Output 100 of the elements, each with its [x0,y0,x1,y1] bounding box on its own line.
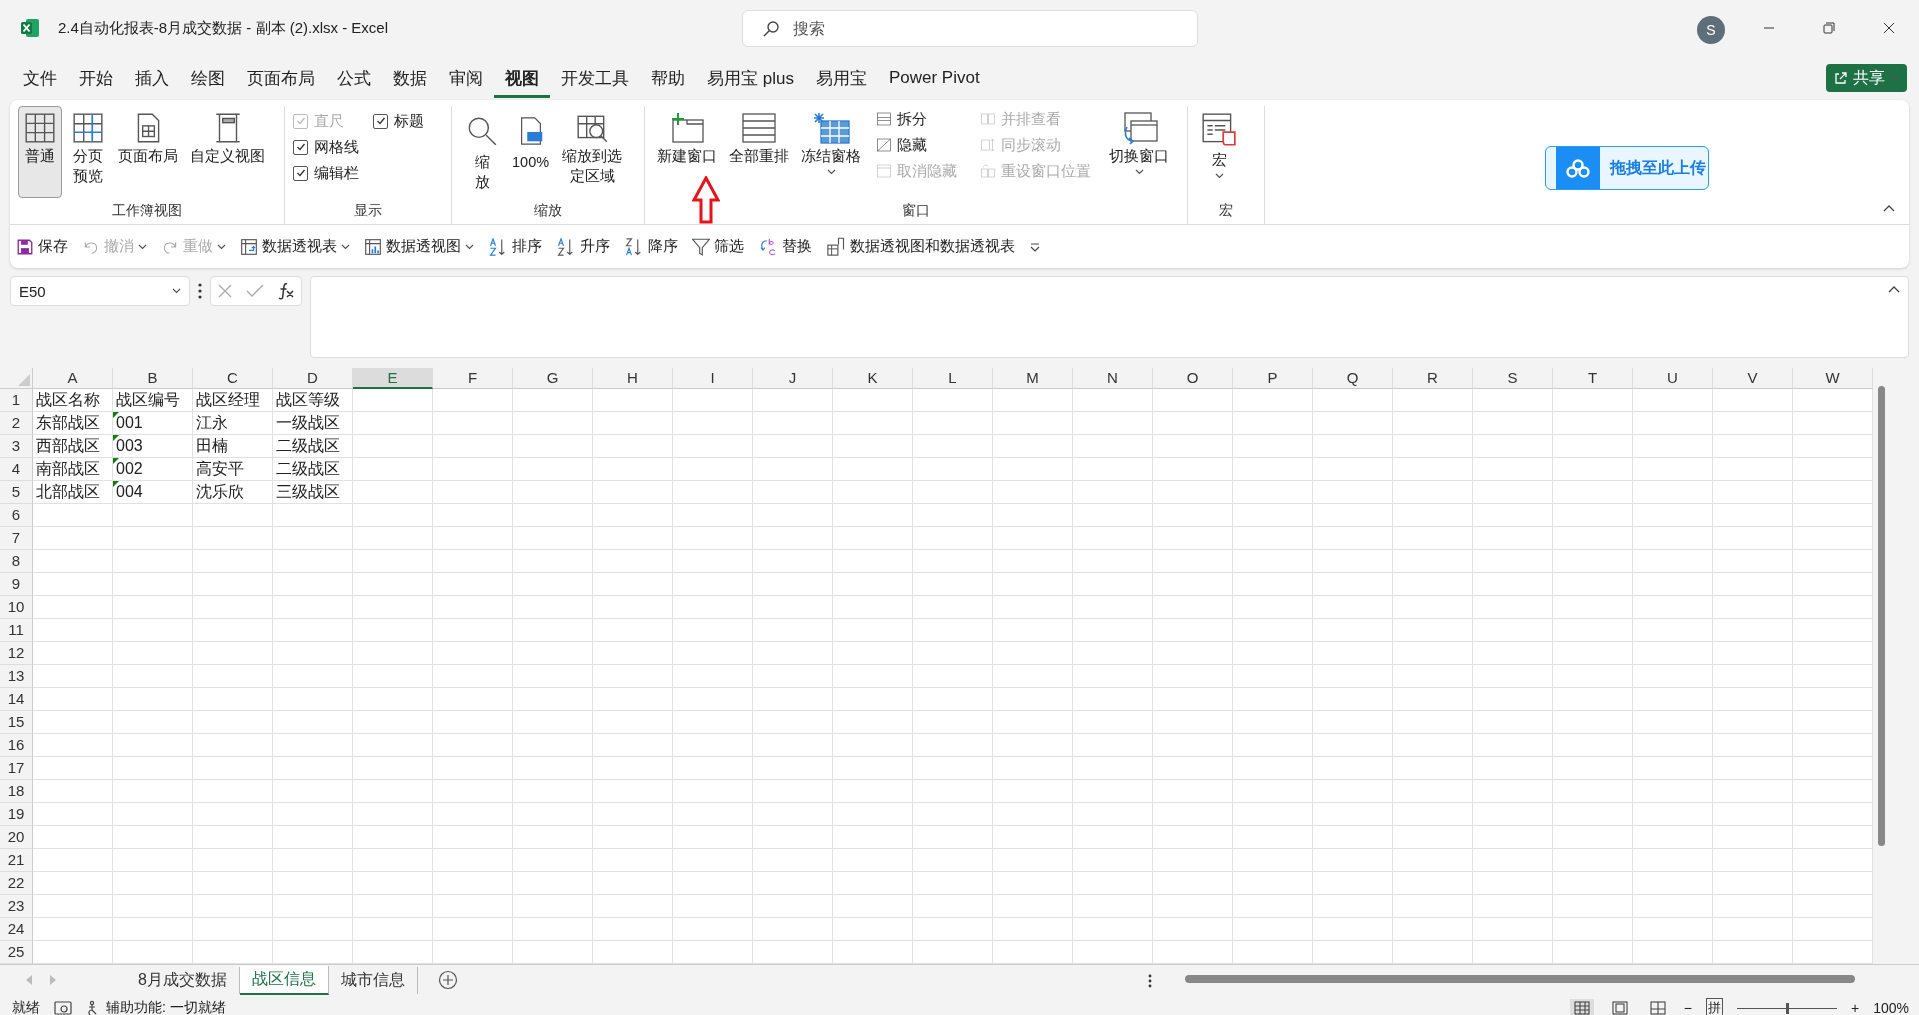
column-header[interactable]: A [33,368,113,389]
row-header[interactable]: 18 [0,780,33,803]
function-icon[interactable] [276,282,295,300]
column-header[interactable]: N [1073,368,1153,389]
toolbar-button[interactable]: 替换 [758,236,812,257]
vertical-scrollbar[interactable] [1873,368,1919,964]
row-header[interactable]: 24 [0,918,33,941]
column-header[interactable]: B [113,368,193,389]
column-header[interactable]: H [593,368,673,389]
menu-tab[interactable]: 帮助 [640,58,696,98]
user-avatar[interactable]: S [1697,16,1725,44]
menu-tab[interactable]: 开始 [68,58,124,98]
sheet-tab[interactable]: 战区信息 [239,965,329,995]
toolbar-button[interactable]: 保存 [16,237,68,256]
column-header[interactable]: I [673,368,753,389]
upload-button[interactable]: 拖拽至此上传 [1545,146,1709,190]
menu-tab[interactable]: 公式 [326,58,382,98]
column-header[interactable]: Q [1313,368,1393,389]
row-header[interactable]: 4 [0,458,33,481]
menu-tab[interactable]: 视图 [494,58,550,98]
toolbar-button[interactable]: 升序 [556,236,610,257]
view-button[interactable]: 普通 [18,106,62,198]
window-button[interactable]: 冻结窗格 [797,106,865,180]
row-header[interactable]: 22 [0,872,33,895]
row-header[interactable]: 19 [0,803,33,826]
row-header[interactable]: 21 [0,849,33,872]
menu-tab[interactable]: 数据 [382,58,438,98]
zoom-button[interactable]: 100% [508,106,554,178]
view-button[interactable]: 页面布局 [114,106,182,172]
toolbar-button[interactable]: 排序 [488,236,542,257]
more-icon[interactable] [198,283,202,299]
row-header[interactable]: 11 [0,619,33,642]
window-option[interactable]: 拆分 [875,106,957,132]
add-sheet-icon[interactable] [437,970,458,990]
column-header[interactable]: P [1233,368,1313,389]
row-header[interactable]: 10 [0,596,33,619]
row-header[interactable]: 8 [0,550,33,573]
toolbar-button[interactable]: 筛选 [692,237,744,256]
checkbox[interactable]: 网格线 [293,134,359,160]
share-button[interactable]: 共享 [1826,64,1907,92]
column-header[interactable]: W [1793,368,1873,389]
view-mode-button[interactable] [1569,999,1594,1015]
column-header[interactable]: O [1153,368,1233,389]
column-header[interactable]: T [1553,368,1633,389]
row-header[interactable]: 2 [0,412,33,435]
row-header[interactable]: 23 [0,895,33,918]
row-header[interactable]: 7 [0,527,33,550]
row-header[interactable]: 20 [0,826,33,849]
toolbar-button[interactable]: 数据透视图 [364,237,474,256]
checkbox[interactable]: 编辑栏 [293,160,359,186]
column-header[interactable]: K [833,368,913,389]
name-box[interactable]: E50 [10,276,190,306]
menu-tab[interactable]: 页面布局 [236,58,326,98]
toolbar-button[interactable]: 降序 [624,236,678,257]
zoom-out-button[interactable]: − [1683,1000,1692,1015]
row-header[interactable]: 17 [0,757,33,780]
menu-tab[interactable]: 易用宝 [804,58,878,98]
collapse-ribbon-icon[interactable] [1883,204,1895,212]
row-header[interactable]: 15 [0,711,33,734]
formula-field[interactable] [310,276,1909,358]
toolbar-button[interactable]: 数据透视表 [240,237,350,256]
checkbox[interactable]: 标题 [373,108,424,134]
input-method-indicator[interactable]: 拼 [1706,998,1723,1015]
menu-tab[interactable]: 开发工具 [550,58,640,98]
window-button[interactable]: 新建窗口 [653,106,721,172]
more-icon[interactable] [1148,974,1152,988]
minimize-icon[interactable] [1763,27,1775,29]
menu-tab[interactable]: 插入 [124,58,180,98]
menu-tab[interactable]: 易用宝 plus [696,58,805,98]
view-button[interactable]: 自定义视图 [186,106,269,172]
window-option[interactable]: 隐藏 [875,132,957,158]
search-field[interactable]: 搜索 [742,10,1198,47]
accessibility-status[interactable]: 辅助功能: 一切就绪 [106,999,226,1015]
window-button[interactable]: 全部重排 [725,106,793,172]
column-header[interactable]: U [1633,368,1713,389]
close-icon[interactable] [1883,22,1895,34]
column-header[interactable]: D [273,368,353,389]
row-header[interactable]: 1 [0,389,33,412]
column-header[interactable]: F [433,368,513,389]
expand-formula-icon[interactable] [1888,285,1900,293]
column-header[interactable]: M [993,368,1073,389]
column-header[interactable]: R [1393,368,1473,389]
sheet-tab[interactable]: 8月成交数据 [126,966,240,994]
toolbar-button[interactable]: 数据透视图和数据透视表 [826,236,1015,257]
column-header[interactable]: G [513,368,593,389]
column-header[interactable]: L [913,368,993,389]
macro-record-icon[interactable] [54,1001,72,1015]
switch-window-button[interactable]: 切换窗口 [1105,106,1173,180]
column-header[interactable]: E [353,368,433,389]
row-header[interactable]: 5 [0,481,33,504]
menu-tab[interactable]: Power Pivot [877,60,991,96]
menu-tab[interactable]: 文件 [12,58,68,98]
menu-tab[interactable]: 绘图 [180,58,236,98]
zoom-level[interactable]: 100% [1873,1000,1909,1015]
zoom-in-button[interactable]: + [1851,1000,1860,1015]
row-header[interactable]: 3 [0,435,33,458]
column-header[interactable]: V [1713,368,1793,389]
menu-tab[interactable]: 审阅 [438,58,494,98]
row-header[interactable]: 13 [0,665,33,688]
row-header[interactable]: 25 [0,941,33,964]
